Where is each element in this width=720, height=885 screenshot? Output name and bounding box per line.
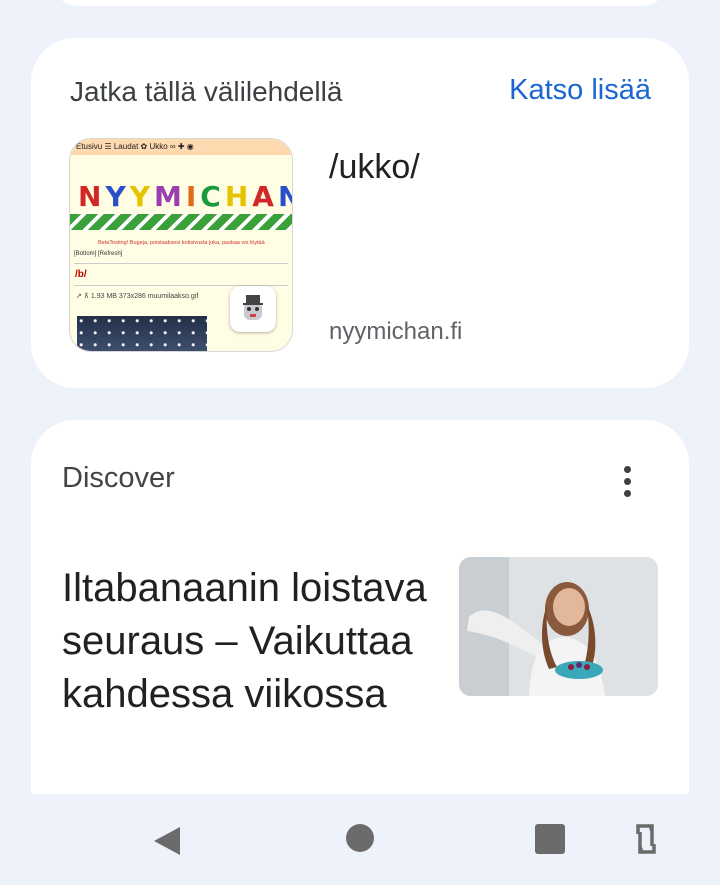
thumbnail-divider <box>74 263 288 264</box>
thumbnail-post-image <box>77 316 207 351</box>
logo-letter: Y <box>105 180 126 213</box>
thumbnail-file-text: 1.93 MB 373x286 muumilaakso.gif <box>90 293 199 300</box>
thumbnail-notice: BetaTesting! Bugeja, poistaaksesi kotisi… <box>98 240 265 246</box>
system-navigation-bar <box>0 794 720 885</box>
tab-page-title[interactable]: /ukko/ <box>329 148 420 187</box>
article-photo-woman-icon <box>459 557 658 696</box>
article-headline[interactable]: Iltabanaanin loistava seuraus – Vaikutta… <box>62 562 442 721</box>
thumbnail-file-info: ↗ ⊼ 1.93 MB 373x286 muumilaakso.gif <box>76 292 198 300</box>
see-more-link[interactable]: Katso lisää <box>509 74 651 107</box>
site-favicon <box>230 286 276 332</box>
logo-letter: C <box>200 180 221 213</box>
file-icon: ↗ ⊼ <box>76 293 91 300</box>
thumbnail-topbar: Etusivu ☰ Laudat ✿ Ukko ∞ ✚ ◉ <box>70 139 292 155</box>
more-options-icon[interactable] <box>621 466 633 498</box>
recents-icon[interactable] <box>535 824 565 859</box>
thumbnail-board-name: /b/ <box>75 269 87 280</box>
article-image[interactable] <box>459 557 658 696</box>
logo-letter: H <box>224 180 249 213</box>
rotate-icon[interactable] <box>634 822 658 861</box>
tab-thumbnail[interactable]: Etusivu ☰ Laudat ✿ Ukko ∞ ✚ ◉ NYYMICHAN … <box>69 138 293 352</box>
ghost-favicon-icon <box>243 295 263 320</box>
logo-letter: Y <box>129 180 150 213</box>
thumbnail-site-logo: NYYMICHAN <box>74 180 292 213</box>
discover-card: Discover Iltabanaanin loistava seuraus –… <box>31 420 689 800</box>
logo-letter: M <box>154 180 182 213</box>
previous-card-edge <box>48 0 672 6</box>
thumbnail-links: [Bottom] [Refresh] <box>74 251 123 257</box>
logo-letter: N <box>278 180 292 213</box>
tab-domain: nyymichan.fi <box>329 318 463 345</box>
continue-card-title: Jatka tällä välilehdellä <box>70 76 343 107</box>
logo-letter: I <box>185 180 197 213</box>
logo-letter: A <box>252 180 274 213</box>
thumbnail-stripe <box>70 214 292 230</box>
continue-tab-card: Jatka tällä välilehdellä Katso lisää Etu… <box>31 38 689 388</box>
home-icon[interactable] <box>346 824 374 857</box>
back-icon[interactable] <box>152 825 182 862</box>
logo-letter: N <box>78 180 102 213</box>
discover-title: Discover <box>62 462 175 494</box>
